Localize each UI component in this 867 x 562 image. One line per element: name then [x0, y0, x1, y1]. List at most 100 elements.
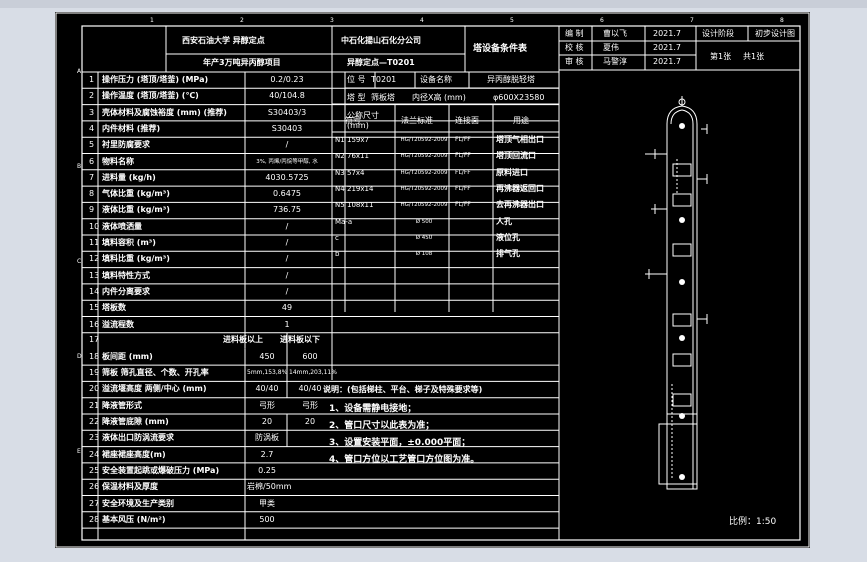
project-title: 年产3万吨异丙醇项目: [203, 58, 281, 67]
nozzle-std: HG/T20592-2009: [400, 185, 448, 192]
param-row-value: /: [285, 254, 289, 264]
col-below-feed: 进料板以下: [280, 335, 320, 344]
tray-row-label: 裙座裙座高度(m): [102, 449, 166, 459]
nozzle-face: FL/FF: [455, 184, 471, 192]
param-row-label: 溢流程数: [102, 319, 134, 329]
document-title: 塔设备条件表: [473, 44, 528, 54]
param-row-no: 14: [89, 286, 100, 296]
tray-row-label: 液体出口防涡流要求: [102, 433, 174, 443]
nozzle-head-use: 用途: [513, 116, 529, 125]
tray-row-label: 保温材料及厚度: [102, 482, 158, 492]
param-row-value: S30403: [271, 123, 303, 133]
param-row-no: 9: [89, 205, 95, 215]
note-item: 2、管口尺寸以此表为准；: [329, 421, 435, 431]
equip-name-value: 异丙醇脱轻塔: [487, 75, 535, 84]
sheet-total: 共1张: [743, 52, 765, 61]
param-row-value: /: [285, 140, 289, 150]
tag-value: T0201: [371, 75, 397, 84]
nozzle-use: 排气孔: [496, 249, 520, 259]
tray-row-below: 14mm,203,11%: [289, 369, 337, 377]
tray-row-label: 安全装置起跳或爆破压力 (MPa): [102, 465, 220, 475]
tray-row-label: 降液管形式: [102, 400, 142, 410]
sign-name: 马警淳: [603, 57, 627, 66]
tray-row-below: 弓形: [302, 400, 318, 410]
tray-row-above: 20: [261, 417, 273, 426]
param-row-no: 8: [89, 189, 95, 199]
sign-role: 校 核: [565, 43, 584, 52]
param-row-label: 内件分离要求: [102, 286, 150, 296]
stage-label: 设计阶段: [702, 29, 734, 38]
nozzle-head-face: 连接面: [455, 116, 479, 125]
nozzle-sym: N2: [335, 152, 345, 161]
param-row-value: 49: [281, 303, 293, 313]
param-row-value: 0.2/0.23: [270, 75, 304, 84]
frame-mark-left: B: [77, 163, 82, 170]
tray-row-above: 450: [259, 351, 275, 361]
nozzle-std: Ø 500: [415, 218, 433, 225]
param-row-value: /: [285, 286, 289, 296]
param-row-no: 15: [89, 303, 100, 313]
frame-mark-top: 7: [690, 17, 694, 24]
viewport-top-bar: [0, 0, 867, 8]
drawing-number: 异醇定点—T0201: [347, 58, 415, 67]
nozzle-face: FL/FF: [455, 168, 471, 176]
note-item: 1、设备需静电接地；: [329, 404, 417, 414]
tray-row-above: 40/40: [255, 384, 279, 394]
param-row-no: 2: [89, 91, 95, 101]
nozzle-dn: 108x11: [347, 201, 374, 210]
reboiler-pipe: [658, 423, 698, 485]
tray-row-above: 岩棉/50mm: [247, 482, 292, 492]
tray-row-below: 600: [302, 351, 318, 361]
tray-row-above: 500: [259, 514, 275, 524]
tray-row-no: 24: [89, 449, 100, 459]
nozzle-use: 再沸器返回口: [496, 183, 544, 193]
nozzle-head-dn: 公称尺寸(mm): [347, 111, 379, 130]
frame-mark-top: 8: [780, 17, 784, 24]
nozzle-use: 人孔: [496, 216, 512, 226]
tray-row-above: 5mm,153,8%: [247, 369, 288, 377]
param-row-label: 衬里防腐要求: [102, 140, 150, 150]
nozzle-dn: 219x14: [347, 184, 374, 193]
param-row-value: 4030.5725: [265, 172, 309, 182]
param-row-value: 736.75: [273, 205, 301, 215]
nozzle-use: 塔顶回流口: [496, 151, 536, 161]
param-row-label: 操作压力 (塔顶/塔釜) (MPa): [102, 75, 209, 84]
nozzle-sym: N1: [335, 136, 345, 144]
param-row-value: /: [285, 221, 289, 231]
tray-row-no: 25: [89, 465, 100, 475]
nozzle-use: 去再沸器出口: [496, 200, 544, 210]
nozzle-sym: c: [335, 233, 339, 242]
tray-row-no: 22: [89, 417, 100, 426]
tray-row-above: 甲类: [259, 498, 275, 508]
nozzle-sym: N5: [335, 201, 345, 210]
tray-row-label: 安全环境及生产类别: [102, 498, 174, 508]
type-label: 塔 型: [347, 93, 366, 102]
param-row-value: S30403/3: [267, 107, 307, 117]
tray-row-below: 20: [304, 417, 316, 426]
nozzle-sym: N3: [335, 168, 345, 177]
nozzle-dn: 57x4: [347, 168, 365, 177]
nozzle-head-std: 法兰标准: [401, 116, 433, 125]
row-17-no: 17: [89, 335, 100, 344]
param-row-label: 进料量 (kg/h): [102, 172, 156, 182]
tray-row-no: 21: [89, 400, 100, 410]
tower-elevation-drawing: [645, 96, 708, 490]
sign-role: 审 核: [565, 57, 584, 66]
param-row-label: 物料名称: [102, 156, 134, 166]
param-row-label: 壳体材料及腐蚀裕度 (mm) (推荐): [102, 107, 227, 117]
tray-row-label: 筛板 筛孔直径、个数、开孔率: [102, 368, 209, 378]
param-row-value: /: [285, 270, 289, 280]
frame-mark-top: 6: [600, 17, 604, 24]
nozzle-use: 塔顶气相出口: [496, 135, 544, 144]
tray-row-no: 19: [89, 368, 100, 378]
nozzle-face: FL/FF: [455, 136, 471, 143]
param-row-label: 填料容积 (m³): [102, 238, 156, 247]
frame-mark-top: 4: [420, 17, 424, 24]
tray-row-above: 0.25: [258, 465, 276, 475]
sign-date: 2021.7: [653, 43, 681, 52]
nozzle-std: Ø 450: [415, 234, 433, 241]
notes-title: 说明：(包括梯柱、平台、梯子及特殊要求等): [323, 385, 483, 394]
stage-value: 初步设计图: [755, 29, 795, 38]
frame-mark-left: C: [77, 258, 82, 265]
frame-mark-top: 3: [330, 17, 334, 24]
